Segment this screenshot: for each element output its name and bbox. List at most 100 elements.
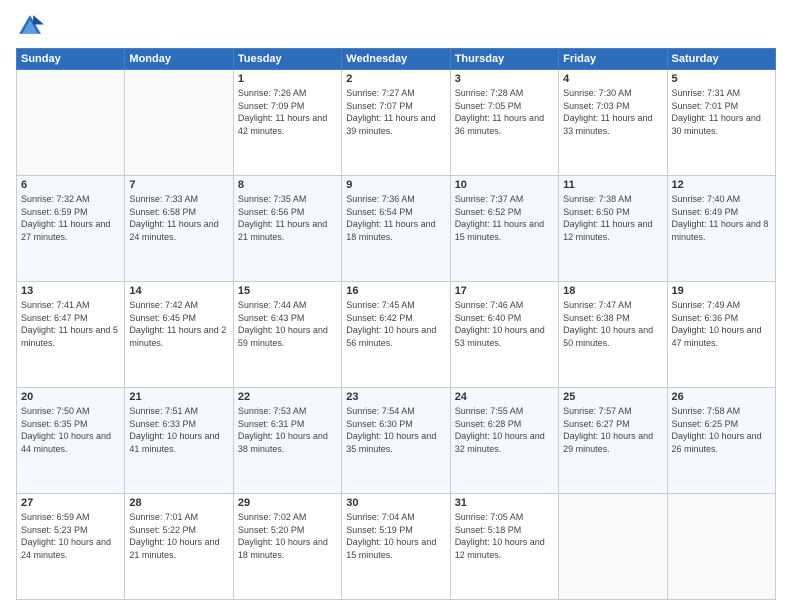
calendar-week-row: 20 Sunrise: 7:50 AMSunset: 6:35 PMDayligh… xyxy=(17,388,776,494)
calendar-cell: 16 Sunrise: 7:45 AMSunset: 6:42 PMDayligh… xyxy=(342,282,450,388)
day-number: 8 xyxy=(238,179,337,191)
day-number: 28 xyxy=(129,497,228,509)
calendar-cell: 2 Sunrise: 7:27 AMSunset: 7:07 PMDaylight… xyxy=(342,70,450,176)
day-info: Sunrise: 6:59 AMSunset: 5:23 PMDaylight:… xyxy=(21,511,120,561)
calendar-cell xyxy=(17,70,125,176)
calendar-cell: 13 Sunrise: 7:41 AMSunset: 6:47 PMDayligh… xyxy=(17,282,125,388)
day-info: Sunrise: 7:26 AMSunset: 7:09 PMDaylight:… xyxy=(238,87,337,137)
day-number: 26 xyxy=(672,391,771,403)
day-info: Sunrise: 7:47 AMSunset: 6:38 PMDaylight:… xyxy=(563,299,662,349)
day-info: Sunrise: 7:54 AMSunset: 6:30 PMDaylight:… xyxy=(346,405,445,455)
calendar-cell: 3 Sunrise: 7:28 AMSunset: 7:05 PMDaylight… xyxy=(450,70,558,176)
day-info: Sunrise: 7:50 AMSunset: 6:35 PMDaylight:… xyxy=(21,405,120,455)
day-number: 27 xyxy=(21,497,120,509)
calendar-cell: 14 Sunrise: 7:42 AMSunset: 6:45 PMDayligh… xyxy=(125,282,233,388)
weekday-header: Wednesday xyxy=(342,49,450,70)
day-number: 15 xyxy=(238,285,337,297)
day-info: Sunrise: 7:35 AMSunset: 6:56 PMDaylight:… xyxy=(238,193,337,243)
calendar-cell xyxy=(125,70,233,176)
calendar-cell: 17Sunrise: 7:46 AMSunset: 6:40 PMDayligh… xyxy=(450,282,558,388)
day-number: 10 xyxy=(455,179,554,191)
day-number: 16 xyxy=(346,285,445,297)
day-info: Sunrise: 7:31 AMSunset: 7:01 PMDaylight:… xyxy=(672,87,771,137)
calendar-cell: 8 Sunrise: 7:35 AMSunset: 6:56 PMDaylight… xyxy=(233,176,341,282)
calendar-cell: 22 Sunrise: 7:53 AMSunset: 6:31 PMDayligh… xyxy=(233,388,341,494)
calendar-cell: 23 Sunrise: 7:54 AMSunset: 6:30 PMDayligh… xyxy=(342,388,450,494)
day-info: Sunrise: 7:40 AMSunset: 6:49 PMDaylight:… xyxy=(672,193,771,243)
calendar-week-row: 27 Sunrise: 6:59 AMSunset: 5:23 PMDayligh… xyxy=(17,494,776,600)
calendar-cell: 18 Sunrise: 7:47 AMSunset: 6:38 PMDayligh… xyxy=(559,282,667,388)
calendar-cell: 24 Sunrise: 7:55 AMSunset: 6:28 PMDayligh… xyxy=(450,388,558,494)
day-info: Sunrise: 7:33 AMSunset: 6:58 PMDaylight:… xyxy=(129,193,228,243)
calendar-cell: 29 Sunrise: 7:02 AMSunset: 5:20 PMDayligh… xyxy=(233,494,341,600)
calendar-cell: 10 Sunrise: 7:37 AMSunset: 6:52 PMDayligh… xyxy=(450,176,558,282)
day-info: Sunrise: 7:45 AMSunset: 6:42 PMDaylight:… xyxy=(346,299,445,349)
day-number: 14 xyxy=(129,285,228,297)
day-info: Sunrise: 7:04 AMSunset: 5:19 PMDaylight:… xyxy=(346,511,445,561)
day-info: Sunrise: 7:55 AMSunset: 6:28 PMDaylight:… xyxy=(455,405,554,455)
calendar-cell: 21Sunrise: 7:51 AMSunset: 6:33 PMDayligh… xyxy=(125,388,233,494)
calendar-table: SundayMondayTuesdayWednesdayThursdayFrid… xyxy=(16,48,776,600)
calendar-cell: 20 Sunrise: 7:50 AMSunset: 6:35 PMDayligh… xyxy=(17,388,125,494)
day-number: 19 xyxy=(672,285,771,297)
day-number: 12 xyxy=(672,179,771,191)
day-number: 18 xyxy=(563,285,662,297)
calendar-header-row: SundayMondayTuesdayWednesdayThursdayFrid… xyxy=(17,49,776,70)
calendar-cell xyxy=(667,494,775,600)
day-info: Sunrise: 7:51 AMSunset: 6:33 PMDaylight:… xyxy=(129,405,228,455)
calendar-cell: 12 Sunrise: 7:40 AMSunset: 6:49 PMDayligh… xyxy=(667,176,775,282)
calendar-cell: 27 Sunrise: 6:59 AMSunset: 5:23 PMDayligh… xyxy=(17,494,125,600)
day-number: 4 xyxy=(563,73,662,85)
day-number: 23 xyxy=(346,391,445,403)
day-info: Sunrise: 7:57 AMSunset: 6:27 PMDaylight:… xyxy=(563,405,662,455)
page: SundayMondayTuesdayWednesdayThursdayFrid… xyxy=(0,0,792,612)
day-info: Sunrise: 7:38 AMSunset: 6:50 PMDaylight:… xyxy=(563,193,662,243)
day-number: 24 xyxy=(455,391,554,403)
day-info: Sunrise: 7:27 AMSunset: 7:07 PMDaylight:… xyxy=(346,87,445,137)
calendar-cell: 15 Sunrise: 7:44 AMSunset: 6:43 PMDayligh… xyxy=(233,282,341,388)
day-number: 11 xyxy=(563,179,662,191)
weekday-header: Saturday xyxy=(667,49,775,70)
day-number: 3 xyxy=(455,73,554,85)
weekday-header: Friday xyxy=(559,49,667,70)
day-info: Sunrise: 7:28 AMSunset: 7:05 PMDaylight:… xyxy=(455,87,554,137)
calendar-cell: 25 Sunrise: 7:57 AMSunset: 6:27 PMDayligh… xyxy=(559,388,667,494)
day-info: Sunrise: 7:05 AMSunset: 5:18 PMDaylight:… xyxy=(455,511,554,561)
calendar-cell: 26 Sunrise: 7:58 AMSunset: 6:25 PMDayligh… xyxy=(667,388,775,494)
day-number: 22 xyxy=(238,391,337,403)
weekday-header: Tuesday xyxy=(233,49,341,70)
day-number: 2 xyxy=(346,73,445,85)
day-number: 30 xyxy=(346,497,445,509)
day-number: 9 xyxy=(346,179,445,191)
day-info: Sunrise: 7:30 AMSunset: 7:03 PMDaylight:… xyxy=(563,87,662,137)
calendar-cell: 30 Sunrise: 7:04 AMSunset: 5:19 PMDayligh… xyxy=(342,494,450,600)
weekday-header: Monday xyxy=(125,49,233,70)
day-number: 25 xyxy=(563,391,662,403)
day-info: Sunrise: 7:02 AMSunset: 5:20 PMDaylight:… xyxy=(238,511,337,561)
calendar-week-row: 1 Sunrise: 7:26 AMSunset: 7:09 PMDaylight… xyxy=(17,70,776,176)
calendar-cell: 6 Sunrise: 7:32 AMSunset: 6:59 PMDaylight… xyxy=(17,176,125,282)
calendar-cell: 28Sunrise: 7:01 AMSunset: 5:22 PMDayligh… xyxy=(125,494,233,600)
day-info: Sunrise: 7:36 AMSunset: 6:54 PMDaylight:… xyxy=(346,193,445,243)
calendar-cell: 1 Sunrise: 7:26 AMSunset: 7:09 PMDaylight… xyxy=(233,70,341,176)
day-info: Sunrise: 7:42 AMSunset: 6:45 PMDaylight:… xyxy=(129,299,228,349)
day-info: Sunrise: 7:53 AMSunset: 6:31 PMDaylight:… xyxy=(238,405,337,455)
calendar-cell: 19 Sunrise: 7:49 AMSunset: 6:36 PMDayligh… xyxy=(667,282,775,388)
day-number: 7 xyxy=(129,179,228,191)
logo xyxy=(16,12,48,40)
day-info: Sunrise: 7:41 AMSunset: 6:47 PMDaylight:… xyxy=(21,299,120,349)
day-info: Sunrise: 7:58 AMSunset: 6:25 PMDaylight:… xyxy=(672,405,771,455)
day-info: Sunrise: 7:37 AMSunset: 6:52 PMDaylight:… xyxy=(455,193,554,243)
day-info: Sunrise: 7:46 AMSunset: 6:40 PMDaylight:… xyxy=(455,299,554,349)
weekday-header: Thursday xyxy=(450,49,558,70)
day-number: 20 xyxy=(21,391,120,403)
day-info: Sunrise: 7:32 AMSunset: 6:59 PMDaylight:… xyxy=(21,193,120,243)
day-number: 1 xyxy=(238,73,337,85)
day-number: 13 xyxy=(21,285,120,297)
day-info: Sunrise: 7:44 AMSunset: 6:43 PMDaylight:… xyxy=(238,299,337,349)
day-number: 6 xyxy=(21,179,120,191)
day-number: 29 xyxy=(238,497,337,509)
calendar-cell: 7 Sunrise: 7:33 AMSunset: 6:58 PMDaylight… xyxy=(125,176,233,282)
calendar-cell: 4 Sunrise: 7:30 AMSunset: 7:03 PMDaylight… xyxy=(559,70,667,176)
day-info: Sunrise: 7:49 AMSunset: 6:36 PMDaylight:… xyxy=(672,299,771,349)
